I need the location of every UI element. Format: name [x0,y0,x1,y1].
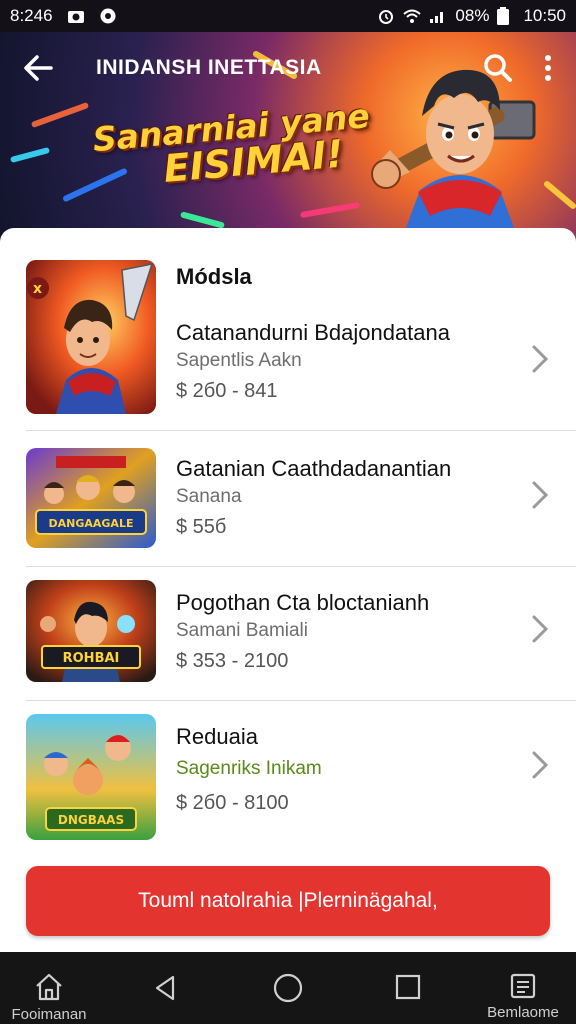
nav-right-label: Bemlaome [487,1004,559,1021]
status-time-left: 8:246 [10,6,53,25]
item-thumbnail-image: ROHBAI [26,580,156,682]
svg-text:x: x [33,281,42,297]
divider [26,700,576,701]
item-title: Reduaia [176,724,258,749]
chevron-right-icon [532,481,549,509]
chevron-right-icon [532,751,549,779]
item-thumbnail-image: DANGAAGALE [26,448,156,548]
status-bar: 8:246 08% 10:50 [0,0,576,32]
item-subtitle: Sanana [176,486,242,507]
item-price: $ 353 - 2100 [176,650,289,672]
thumbnail-caption: DNGBAAS [58,813,124,827]
back-arrow-icon [24,55,53,81]
item-subtitle: Sapentlis Aakn [176,350,302,371]
nav-home-button[interactable]: Fooimanan [0,952,98,1024]
more-vertical-icon [545,55,551,81]
item-thumbnail-image: x [26,260,156,414]
search-icon [484,54,512,82]
system-nav-bar: Fooimanan Bemlaome [0,952,576,1024]
thumbnail-caption: ROHBAI [63,651,120,666]
item-title: Gatanian Caathdadanantian [176,456,452,481]
primary-action-button[interactable]: Touml natolrahia |Plerninägahal, [26,866,550,936]
camera-notification-icon [67,11,84,23]
nav-left-label: Fooimanan [11,1006,87,1023]
item-thumbnail-image: DNGBAAS [26,714,156,840]
list-item[interactable]: DANGAAGALE Gatanian Caathdadanantian San… [0,432,576,566]
divider [26,566,576,567]
item-price: $ 2б0 - 8100 [176,792,289,814]
search-button[interactable] [480,50,516,86]
app-notification-icon [100,8,116,24]
item-title: Catanandurni Bdajondatana [176,320,451,345]
menu-box-icon [510,973,536,999]
chevron-right-icon [532,345,549,373]
list-item[interactable]: x Catanandurni Bdajondatana Sapentlis Aa… [0,228,576,428]
chevron-right-icon [532,615,549,643]
nav-home-circle-button[interactable] [270,952,306,1024]
list-item[interactable]: DNGBAAS Reduaia Sagenriks Inikam $ 2б0 -… [0,702,576,846]
list-item[interactable]: ROHBAI Pogothan Cta bloctanianh Samani B… [0,568,576,700]
battery-percent: 08% [455,6,490,25]
item-subtitle: Samani Bamiali [176,620,308,641]
battery-icon [497,7,510,25]
alarm-icon [379,10,394,24]
home-circle-icon [273,973,303,1003]
nav-back-button[interactable] [148,952,182,1024]
item-title: Pogothan Cta bloctanianh [176,590,430,615]
back-triangle-icon [155,975,175,1001]
signal-icon [430,12,444,23]
more-options-button[interactable] [538,50,558,86]
home-icon [36,973,62,1001]
back-button[interactable] [18,48,58,88]
item-price: $ 55б [176,516,227,538]
content-sheet: Módsla x Catanandurni Bdajondatana Sapen… [0,228,576,956]
top-app-bar: INIDANSH INETTASIA [0,32,576,104]
recents-square-icon [395,974,421,1000]
nav-recents-button[interactable] [392,952,424,1024]
page-title: INIDANSH INETTASIA [96,56,322,79]
divider [26,430,576,431]
wifi-icon [403,9,422,23]
item-price: $ 2б0 - 841 [176,380,278,402]
item-subtitle: Sagenriks Inikam [176,758,322,779]
status-time-right: 10:50 [523,6,566,25]
nav-menu-button[interactable]: Bemlaome [474,952,572,1024]
thumbnail-caption: DANGAAGALE [49,517,134,530]
